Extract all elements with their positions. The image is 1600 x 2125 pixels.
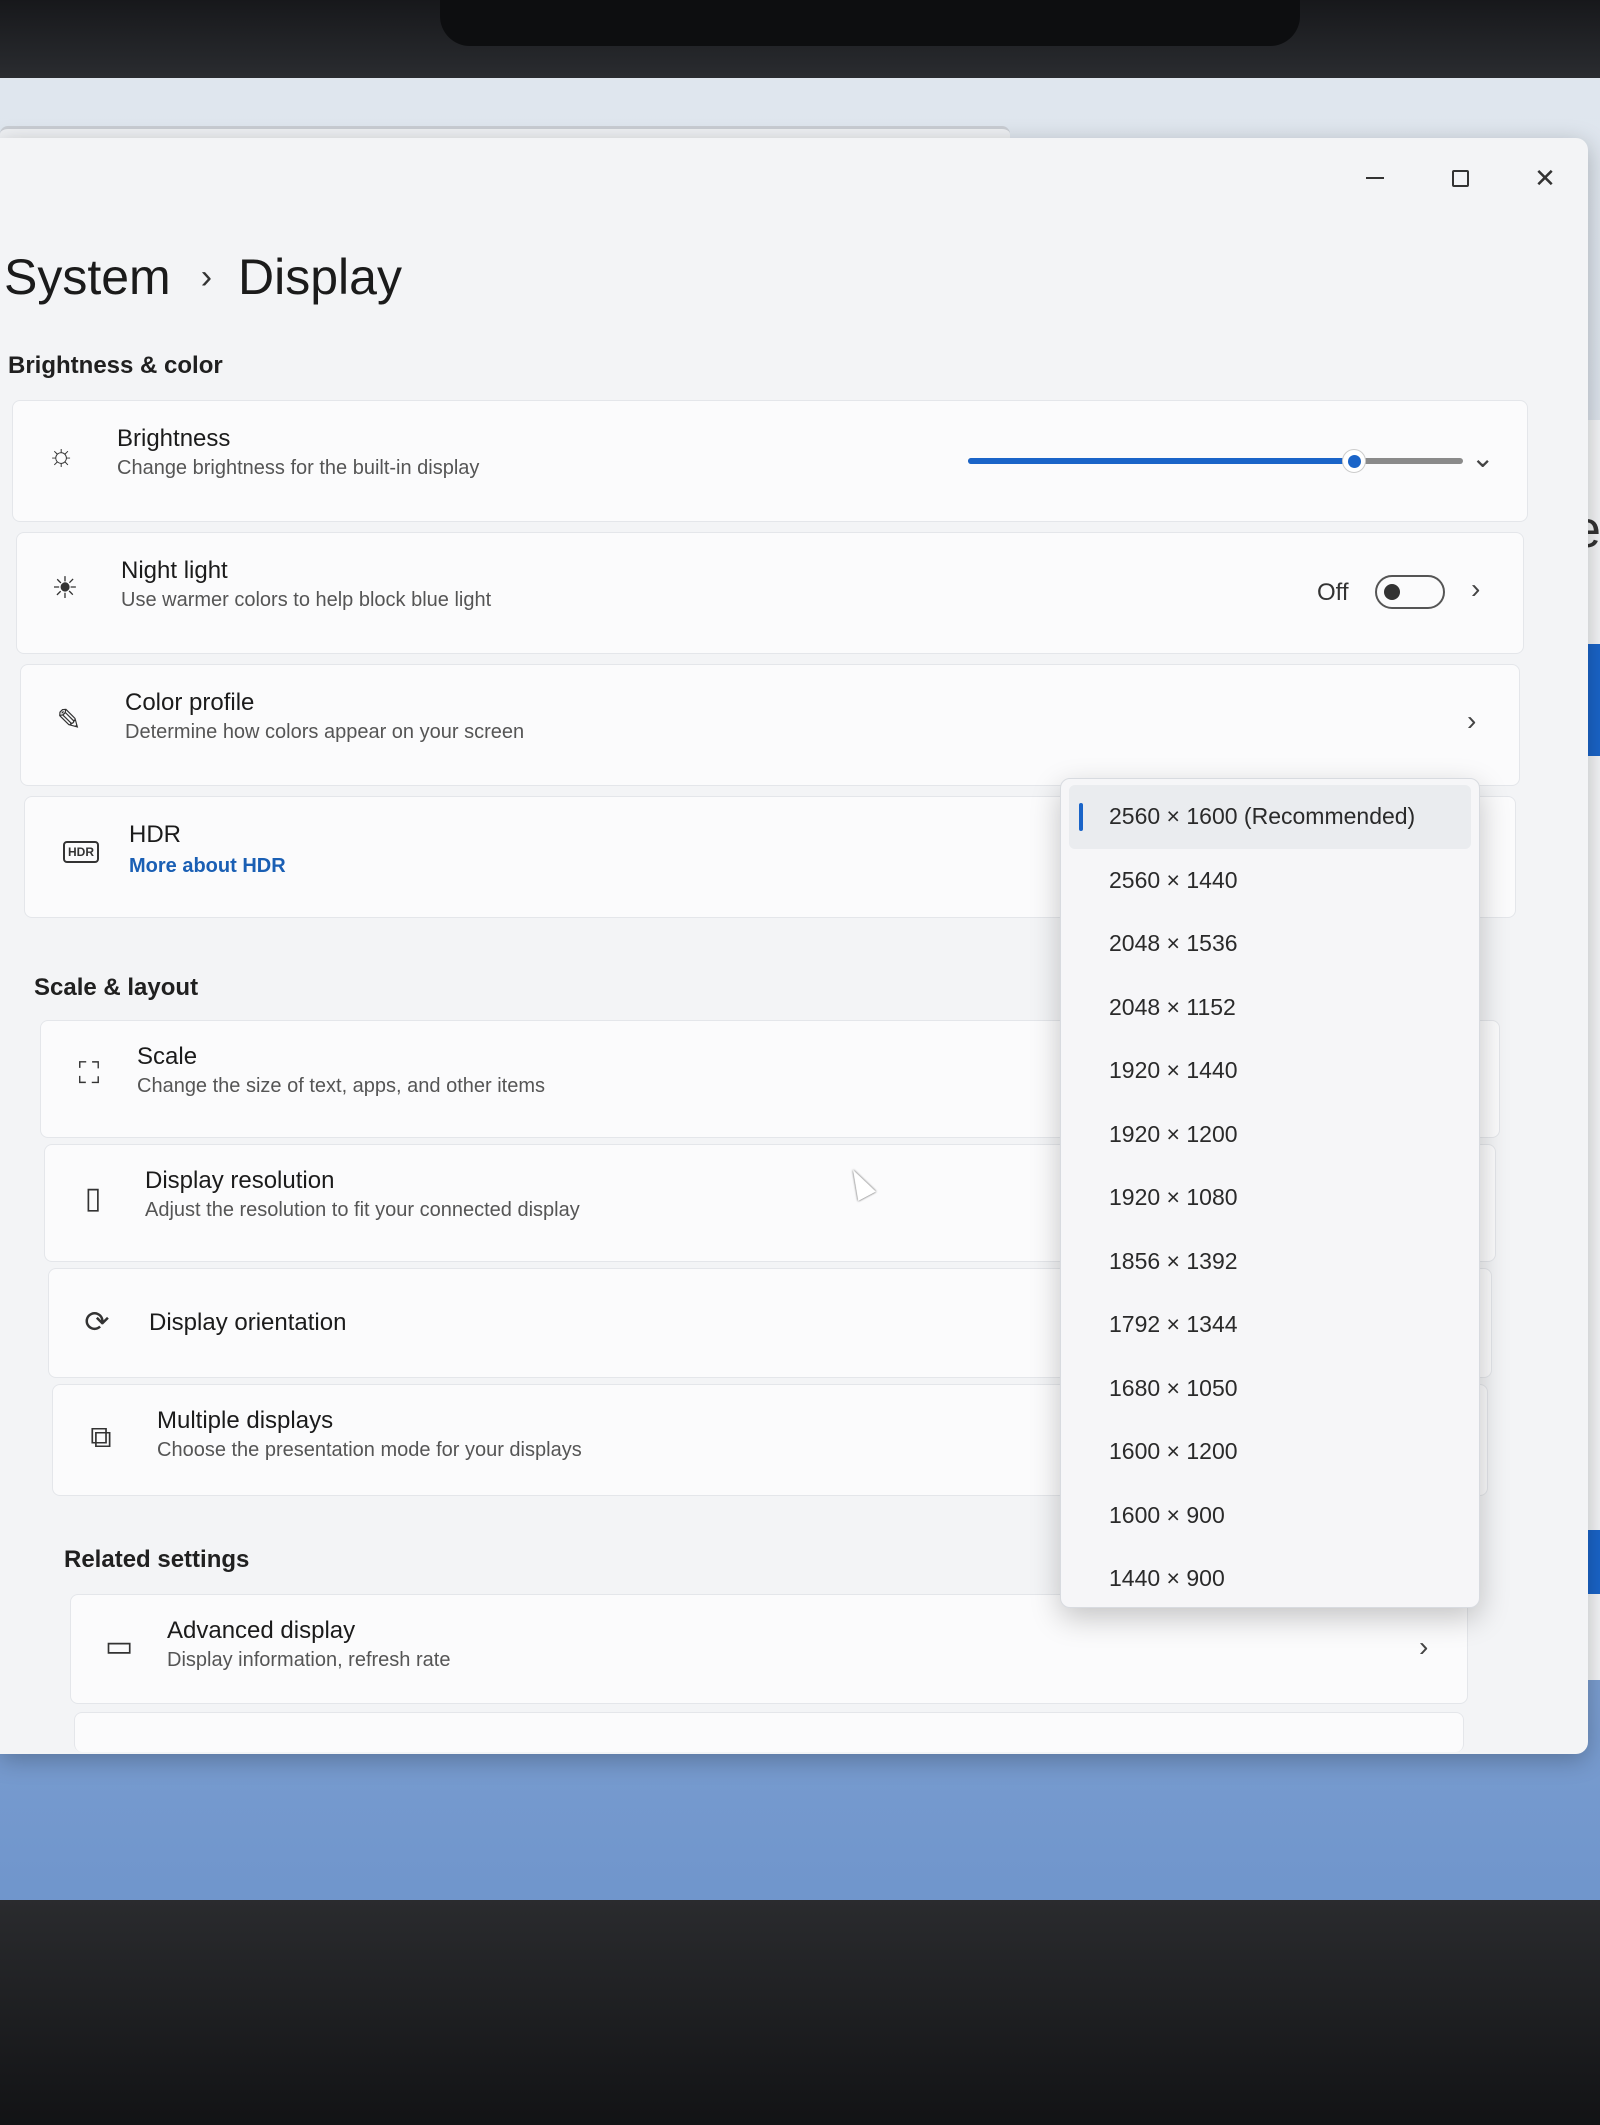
resolution-option[interactable]: 1600 × 1200 <box>1069 1420 1471 1484</box>
color-profile-subtitle: Determine how colors appear on your scre… <box>125 721 525 743</box>
scale-title: Scale <box>137 1043 198 1070</box>
resolution-option-label: 1600 × 900 <box>1109 1501 1225 1528</box>
night-light-title: Night light <box>121 557 228 584</box>
resolution-option-label: 2048 × 1536 <box>1109 930 1238 957</box>
scale-icon: ⛶ <box>78 1057 100 1090</box>
settings-window: ✕ System › Display Brightness & color ☼ … <box>0 138 1588 1754</box>
resolution-option-label: 1600 × 1200 <box>1109 1438 1238 1465</box>
page-title: Display <box>238 249 402 305</box>
scale-subtitle: Change the size of text, apps, and other… <box>137 1075 546 1097</box>
resolution-option-label: 1920 × 1440 <box>1109 1057 1238 1084</box>
eyedropper-icon: ✎ <box>56 704 82 737</box>
resolution-option-label: 2560 × 1440 <box>1109 866 1238 893</box>
brightness-slider[interactable] <box>968 449 1463 473</box>
resolution-option-label: 1920 × 1200 <box>1109 1120 1238 1147</box>
hdr-icon: HDR <box>63 841 99 863</box>
chevron-down-icon[interactable]: ⌄ <box>1471 441 1494 474</box>
color-profile-title: Color profile <box>125 689 255 716</box>
brightness-subtitle: Change brightness for the built-in displ… <box>117 457 480 479</box>
camera-notch <box>440 0 1300 46</box>
advanced-display-card[interactable]: ▭ Advanced display Display information, … <box>70 1594 1468 1704</box>
close-button[interactable]: ✕ <box>1515 156 1575 200</box>
chevron-right-icon[interactable]: › <box>1467 705 1476 737</box>
resolution-option[interactable]: 1856 × 1392 <box>1069 1230 1471 1294</box>
maximize-icon <box>1451 169 1469 187</box>
display-resolution-title: Display resolution <box>145 1167 335 1194</box>
resolution-option[interactable]: 2048 × 1536 <box>1069 912 1471 976</box>
resolution-option-label: 1792 × 1344 <box>1109 1311 1238 1338</box>
close-icon: ✕ <box>1534 162 1556 193</box>
chevron-right-icon[interactable]: › <box>1419 1631 1428 1663</box>
brightness-title: Brightness <box>117 425 231 452</box>
multiple-displays-subtitle: Choose the presentation mode for your di… <box>157 1439 582 1461</box>
resolution-option[interactable]: 1680 × 1050 <box>1069 1357 1471 1421</box>
section-brightness-color: Brightness & color <box>8 352 223 379</box>
night-light-toggle[interactable] <box>1375 575 1445 609</box>
breadcrumb-separator: › <box>200 257 213 296</box>
selected-indicator <box>1079 803 1083 831</box>
next-card-partial[interactable] <box>74 1712 1464 1752</box>
resolution-option[interactable]: 1600 × 900 <box>1069 1484 1471 1548</box>
night-light-icon: ☀ <box>51 572 79 605</box>
hdr-title: HDR <box>129 821 181 848</box>
resolution-option[interactable]: 1920 × 1440 <box>1069 1039 1471 1103</box>
minimize-icon <box>1366 177 1384 179</box>
device-bezel-bottom <box>0 1900 1600 2125</box>
display-orientation-title: Display orientation <box>149 1309 347 1336</box>
brightness-card[interactable]: ☼ Brightness Change brightness for the b… <box>12 400 1528 522</box>
chevron-right-icon[interactable]: › <box>1471 573 1480 605</box>
resolution-option[interactable]: 1920 × 1080 <box>1069 1166 1471 1230</box>
multiple-displays-title: Multiple displays <box>157 1407 334 1434</box>
breadcrumb: System › Display <box>4 248 402 306</box>
resolution-option[interactable]: 1440 × 900 <box>1069 1547 1471 1611</box>
resolution-dropdown[interactable]: 2560 × 1600 (Recommended) 2560 × 1440 2048… <box>1060 778 1480 1608</box>
resolution-option[interactable]: 1792 × 1344 <box>1069 1293 1471 1357</box>
color-profile-card[interactable]: ✎ Color profile Determine how colors app… <box>20 664 1520 786</box>
night-light-card[interactable]: ☀ Night light Use warmer colors to help … <box>16 532 1524 654</box>
breadcrumb-system[interactable]: System <box>4 248 171 306</box>
resolution-option-label: 1440 × 900 <box>1109 1565 1225 1592</box>
advanced-display-subtitle: Display information, refresh rate <box>167 1649 451 1671</box>
resolution-option-label: 2560 × 1600 (Recommended) <box>1109 803 1416 830</box>
night-light-subtitle: Use warmer colors to help block blue lig… <box>121 589 492 611</box>
resolution-option[interactable]: 1920 × 1200 <box>1069 1103 1471 1167</box>
minimize-button[interactable] <box>1345 156 1405 200</box>
toggle-knob <box>1384 584 1400 600</box>
resolution-option-list: 2560 × 1600 (Recommended) 2560 × 1440 2048… <box>1069 785 1471 1611</box>
resolution-option-label: 1920 × 1080 <box>1109 1184 1238 1211</box>
section-related-settings: Related settings <box>64 1546 250 1573</box>
display-resolution-subtitle: Adjust the resolution to fit your connec… <box>145 1199 580 1221</box>
resolution-option-label: 2048 × 1152 <box>1109 993 1236 1020</box>
resolution-icon: ▯ <box>84 1182 102 1215</box>
maximize-button[interactable] <box>1430 156 1490 200</box>
resolution-option[interactable]: 2048 × 1152 <box>1069 976 1471 1040</box>
sun-icon: ☼ <box>47 439 75 472</box>
resolution-option[interactable]: 2560 × 1600 (Recommended) <box>1069 785 1471 849</box>
monitor-icon: ▭ <box>104 1630 134 1663</box>
night-light-state: Off <box>1317 579 1349 606</box>
orientation-icon: ⟳ <box>84 1306 110 1339</box>
device-bezel-top <box>0 0 1600 78</box>
brightness-slider-thumb[interactable] <box>1342 449 1367 473</box>
brightness-slider-fill <box>968 458 1355 464</box>
resolution-option[interactable]: 2560 × 1440 <box>1069 849 1471 913</box>
multiple-displays-icon: ⧉ <box>90 1421 112 1454</box>
hdr-more-link[interactable]: More about HDR <box>129 855 286 878</box>
advanced-display-title: Advanced display <box>167 1617 356 1644</box>
resolution-option-label: 1680 × 1050 <box>1109 1374 1238 1401</box>
resolution-option-label: 1856 × 1392 <box>1109 1247 1238 1274</box>
section-scale-layout: Scale & layout <box>34 974 199 1001</box>
